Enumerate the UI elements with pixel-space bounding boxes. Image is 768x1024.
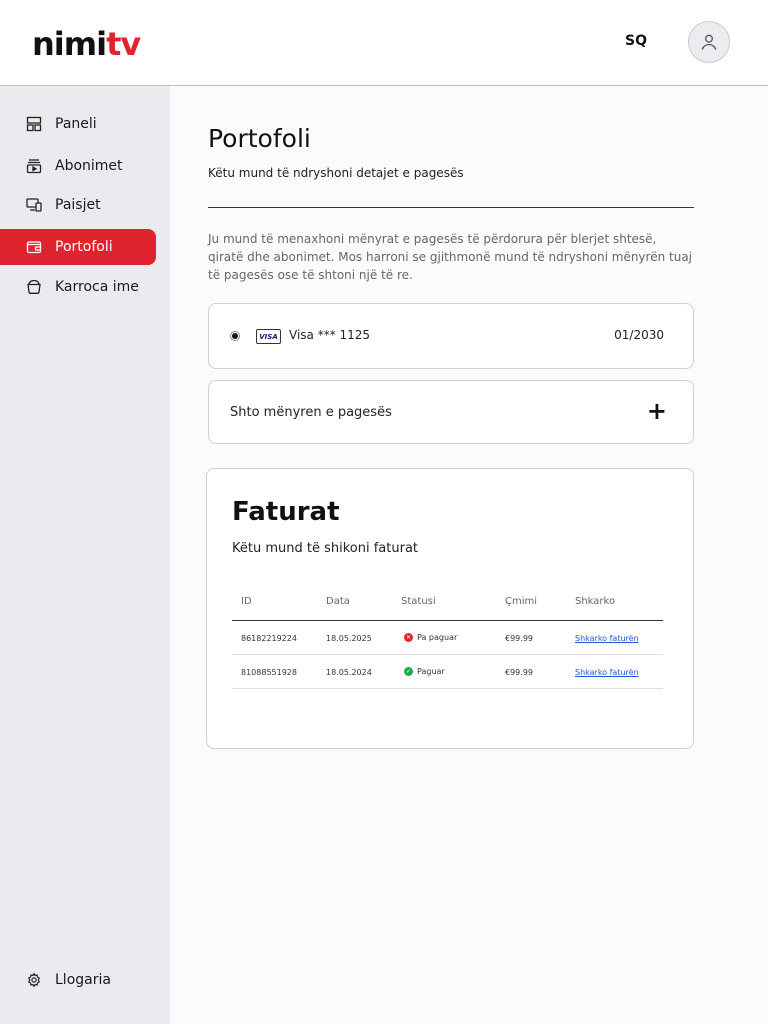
add-payment-label: Shto mënyren e pagesës xyxy=(230,405,392,420)
page-title: Portofoli xyxy=(208,124,311,153)
payment-method-card[interactable]: VISA Visa *** 1125 01/2030 xyxy=(208,303,694,369)
top-header: nimitv SQ xyxy=(0,0,768,86)
divider xyxy=(208,207,694,208)
user-avatar-button[interactable] xyxy=(688,21,730,63)
status-label: Paguar xyxy=(417,667,445,676)
subscription-icon xyxy=(26,158,42,174)
sidebar-item-paisjet[interactable]: Paisjet xyxy=(0,187,156,223)
user-icon xyxy=(701,34,717,50)
nimitv-logo[interactable]: nimitv xyxy=(32,25,141,63)
visa-card-icon: VISA xyxy=(256,329,281,344)
account-label: Llogaria xyxy=(55,972,111,988)
column-header-price: Çmimi xyxy=(505,596,538,607)
sidebar-item-label: Abonimet xyxy=(55,158,123,174)
page-subtitle: Këtu mund të ndryshoni detajet e pagesës xyxy=(208,166,464,180)
download-invoice-link[interactable]: Shkarko faturën xyxy=(575,634,639,643)
column-header-id: ID xyxy=(241,596,252,607)
invoice-status: ✓ Paguar xyxy=(404,667,445,676)
table-row: 86182219224 18.05.2025 ✕ Pa paguar €99.9… xyxy=(232,621,663,655)
card-name: Visa *** 1125 xyxy=(289,328,371,342)
plus-icon[interactable]: + xyxy=(647,397,667,425)
sidebar-item-llogaria[interactable]: Llogaria xyxy=(26,972,111,988)
invoices-subtitle: Këtu mund të shikoni faturat xyxy=(232,541,419,556)
payment-method-radio[interactable] xyxy=(230,331,240,341)
sidebar-item-abonimet[interactable]: Abonimet xyxy=(0,148,156,184)
column-header-download: Shkarko xyxy=(575,596,616,607)
card-expiry: 01/2030 xyxy=(614,328,664,342)
download-invoice-link[interactable]: Shkarko faturën xyxy=(575,668,639,677)
sidebar-item-label: Portofoli xyxy=(55,239,113,255)
sidebar-item-label: Karroca ime xyxy=(55,279,139,295)
paid-check-icon: ✓ xyxy=(404,667,413,676)
devices-icon xyxy=(26,197,42,213)
sidebar-item-paneli[interactable]: Paneli xyxy=(0,106,156,142)
gear-icon xyxy=(26,972,42,988)
status-label: Pa paguar xyxy=(417,633,458,642)
invoice-id: 81088551928 xyxy=(241,668,297,677)
logo-text-nimi: nimi xyxy=(32,25,107,63)
sidebar-item-portofoli[interactable]: Portofoli xyxy=(0,229,156,265)
column-header-date: Data xyxy=(326,596,350,607)
language-selector[interactable]: SQ xyxy=(625,33,647,49)
page-description: Ju mund të menaxhoni mënyrat e pagesës t… xyxy=(208,232,693,282)
invoice-price: €99.99 xyxy=(505,668,533,677)
wallet-icon xyxy=(26,239,42,255)
dashboard-icon xyxy=(26,116,42,132)
invoice-price: €99.99 xyxy=(505,634,533,643)
add-payment-method-button[interactable]: Shto mënyren e pagesës + xyxy=(208,380,694,444)
column-header-status: Statusi xyxy=(401,596,436,607)
sidebar-item-label: Paisjet xyxy=(55,197,101,213)
invoice-id: 86182219224 xyxy=(241,634,297,643)
table-row: 81088551928 18.05.2024 ✓ Paguar €99.99 S… xyxy=(232,655,663,689)
logo-text-tv: tv xyxy=(106,25,141,63)
sidebar-item-label: Paneli xyxy=(55,116,97,132)
invoice-date: 18.05.2024 xyxy=(326,668,372,677)
main-content: Portofoli Këtu mund të ndryshoni detajet… xyxy=(170,86,768,1024)
invoices-title: Faturat xyxy=(232,497,340,527)
sidebar-item-karroca-ime[interactable]: Karroca ime xyxy=(0,269,156,305)
invoice-status: ✕ Pa paguar xyxy=(404,633,457,642)
cart-icon xyxy=(26,279,42,295)
unpaid-x-icon: ✕ xyxy=(404,633,413,642)
sidebar: Paneli Abonimet Paisjet Portofoli Karroc… xyxy=(0,86,170,1024)
invoice-date: 18.05.2025 xyxy=(326,634,372,643)
invoices-card: Faturat Këtu mund të shikoni faturat ID … xyxy=(206,468,694,749)
